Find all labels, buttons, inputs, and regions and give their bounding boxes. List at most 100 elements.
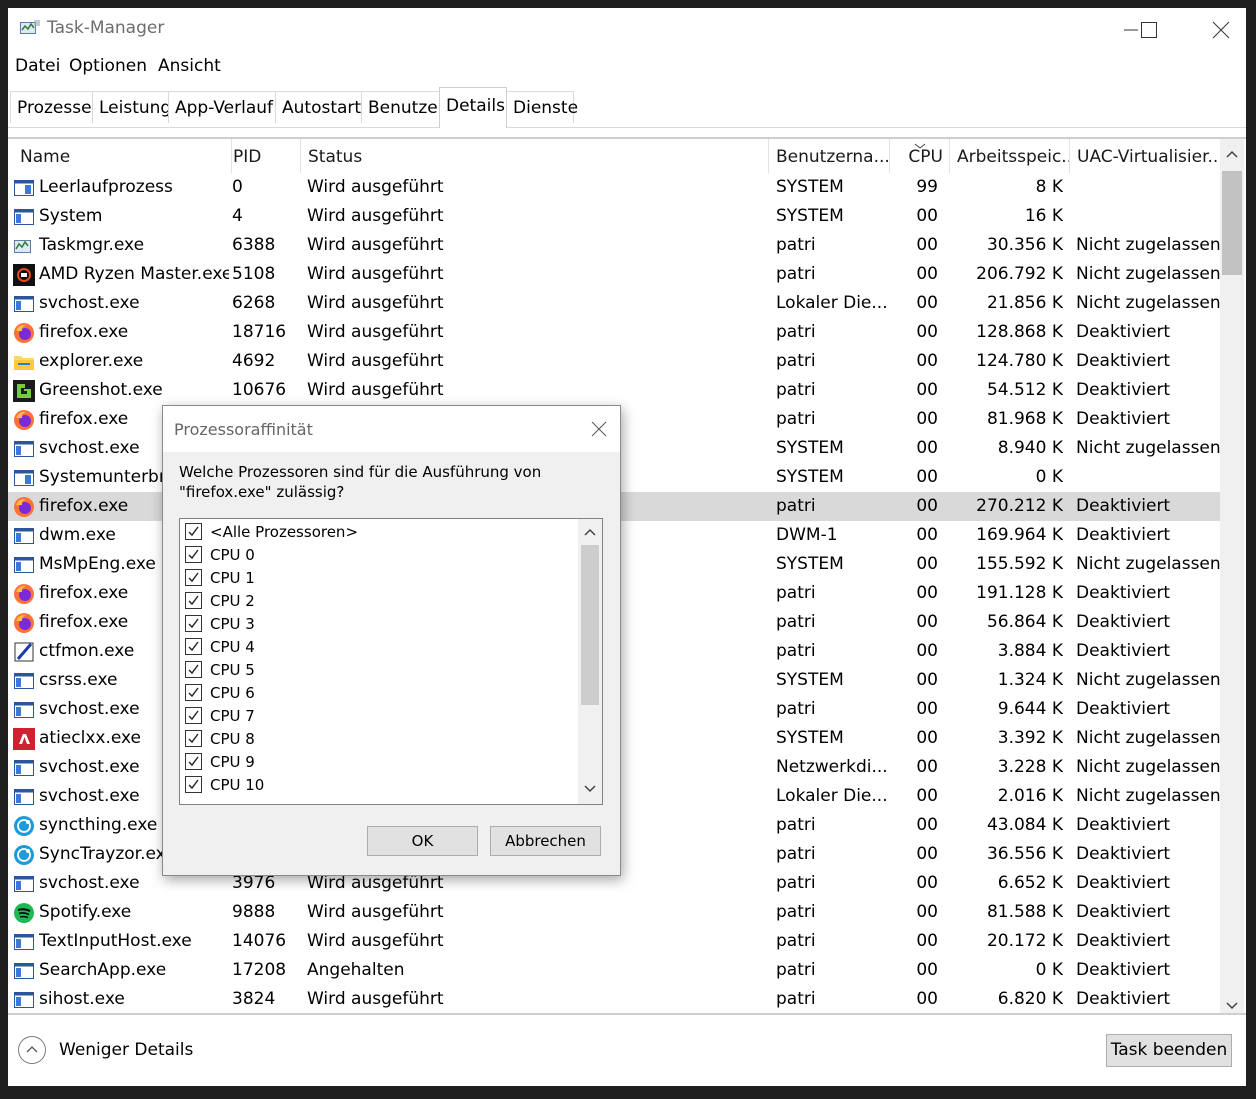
table-row[interactable]: Greenshot.exe 10676 Wird ausgeführt patri 00… (8, 376, 1220, 405)
checkbox[interactable] (185, 661, 202, 678)
table-row[interactable]: SearchApp.exe 17208 Angehalten patri 00 0 K De… (8, 956, 1220, 985)
scrollbar-thumb[interactable] (1222, 171, 1242, 275)
table-row[interactable]: svchost.exe 6268 Wird ausgeführt Lokaler Di… (8, 289, 1221, 318)
checkbox[interactable] (185, 546, 202, 563)
process-uac (1076, 202, 1221, 231)
process-status: Wird ausgeführt (307, 380, 444, 400)
cancel-button[interactable]: Abbrechen (490, 826, 601, 856)
table-row[interactable]: sihost.exe 3824 Wird ausgeführt patri 00 6.82… (8, 985, 1220, 1013)
menu-datei[interactable]: Datei (15, 56, 60, 76)
processor-label: CPU 9 (210, 753, 255, 771)
checkmark-icon (188, 641, 199, 652)
tab-prozesse[interactable]: Prozesse (10, 91, 93, 123)
checkbox[interactable] (185, 730, 202, 747)
scroll-down-arrow-icon[interactable] (1224, 997, 1240, 1013)
process-memory: 36.556 K (986, 844, 1063, 864)
process-cpu: 00 (916, 438, 938, 458)
process-pid: 9888 (232, 902, 276, 922)
amd-icon (13, 728, 35, 750)
process-pid: 4692 (232, 351, 276, 371)
scroll-up-arrow-icon[interactable] (1224, 147, 1240, 163)
window-icon (13, 554, 35, 576)
process-memory: 81.968 K (986, 409, 1063, 429)
table-row[interactable]: Spotify.exe 9888 Wird ausgeführt patri 00 81.… (8, 898, 1220, 927)
process-pid: 4 (232, 206, 243, 226)
processor-label: CPU 2 (210, 592, 255, 610)
process-pid: 18716 (232, 322, 287, 342)
tab-leistung[interactable]: Leistung (92, 91, 171, 123)
firefox-icon (13, 612, 35, 634)
close-button[interactable] (1198, 8, 1244, 52)
process-name: Greenshot.exe (39, 380, 163, 400)
listbox-scrollbar-thumb[interactable] (581, 545, 599, 705)
table-row[interactable]: TextInputHost.exe 14076 Wird ausgeführt pat… (8, 927, 1220, 956)
listbox-scroll-up-icon[interactable] (582, 525, 598, 541)
process-user: patri (776, 815, 816, 835)
checkbox[interactable] (185, 569, 202, 586)
process-cpu: 00 (916, 496, 938, 516)
window-icon (13, 960, 35, 982)
table-row[interactable]: AMD Ryzen Master.exe 5108 Wird ausgeführt p… (8, 260, 1221, 289)
processor-label: CPU 4 (210, 638, 255, 656)
checkbox[interactable] (185, 638, 202, 655)
process-user: patri (776, 351, 816, 371)
checkmark-icon (188, 779, 199, 790)
dialog-close-icon[interactable] (590, 420, 608, 438)
process-uac: Deaktiviert (1076, 641, 1171, 661)
column-header-uac[interactable]: UAC-Virtualisier... (1070, 139, 1220, 173)
process-user: SYSTEM (776, 206, 844, 226)
checkbox[interactable] (185, 753, 202, 770)
fewer-details-toggle[interactable]: Weniger Details (18, 1036, 218, 1068)
menu-optionen[interactable]: Optionen (69, 56, 147, 76)
menu-ansicht[interactable]: Ansicht (158, 56, 221, 76)
ok-button[interactable]: OK (367, 826, 478, 856)
checkbox[interactable] (185, 615, 202, 632)
column-header-status[interactable]: Status (301, 139, 769, 173)
process-uac (1076, 463, 1221, 492)
window-icon (13, 699, 35, 721)
tab-benutzer[interactable]: Benutzer (361, 91, 445, 123)
process-user: patri (776, 409, 816, 429)
tab-details[interactable]: Details (439, 87, 507, 128)
column-header-user[interactable]: Benutzerna... (769, 139, 890, 173)
table-row[interactable]: System 4 Wird ausgeführt SYSTEM 00 16 K (8, 202, 1220, 231)
process-cpu: 00 (916, 612, 938, 632)
listbox-scroll-down-icon[interactable] (582, 780, 598, 796)
column-header-name[interactable]: Name (13, 139, 232, 173)
process-uac: Deaktiviert (1076, 931, 1171, 951)
process-memory: 20.172 K (986, 931, 1063, 951)
column-header-memory[interactable]: Arbeitsspeic... (950, 139, 1070, 173)
process-memory: 21.856 K (986, 293, 1063, 313)
process-user: Lokaler Die... (776, 293, 888, 313)
table-scrollbar[interactable] (1220, 139, 1244, 1013)
tab-dienste[interactable]: Dienste (506, 91, 578, 123)
process-user: SYSTEM (776, 467, 844, 487)
table-row[interactable]: Leerlaufprozess 0 Wird ausgeführt SYSTEM 99 8… (8, 173, 1220, 202)
process-memory: 6.652 K (997, 873, 1063, 893)
listbox-scrollbar[interactable] (578, 519, 602, 804)
process-memory: 6.820 K (997, 989, 1063, 1009)
process-status: Wird ausgeführt (307, 206, 444, 226)
end-task-button[interactable]: Task beenden (1106, 1034, 1232, 1067)
checkbox[interactable] (185, 707, 202, 724)
checkbox[interactable] (185, 523, 202, 540)
checkbox[interactable] (185, 776, 202, 793)
process-memory: 270.212 K (976, 496, 1063, 516)
column-header-pid[interactable]: PID (226, 139, 301, 173)
process-name: Taskmgr.exe (39, 235, 145, 255)
tab-autostart[interactable]: Autostart (275, 91, 362, 123)
process-cpu: 00 (916, 786, 938, 806)
process-cpu: 00 (916, 264, 938, 284)
table-row[interactable]: firefox.exe 18716 Wird ausgeführt patri 00 12… (8, 318, 1220, 347)
table-row[interactable]: explorer.exe 4692 Wird ausgeführt patri 00 12… (8, 347, 1220, 376)
processor-label: <Alle Prozessoren> (210, 523, 359, 541)
process-cpu: 00 (916, 728, 938, 748)
table-header: Name PID Status Benutzerna... CPU Arbeit… (8, 139, 1220, 173)
table-row[interactable]: Taskmgr.exe 6388 Wird ausgeführt patri 00 30.… (8, 231, 1221, 260)
process-user: patri (776, 380, 816, 400)
checkbox[interactable] (185, 684, 202, 701)
checkbox[interactable] (185, 592, 202, 609)
tab-app-verlauf[interactable]: App-Verlauf (168, 91, 276, 123)
process-memory: 0 K (1035, 467, 1063, 487)
maximize-button[interactable] (1126, 8, 1172, 52)
